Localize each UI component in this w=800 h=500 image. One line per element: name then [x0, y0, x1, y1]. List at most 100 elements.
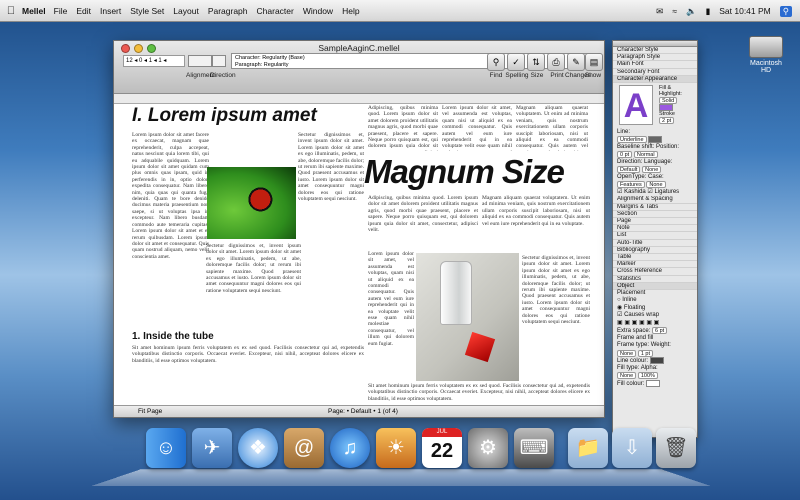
inspector-auto-title[interactable]: Auto-Title	[613, 240, 697, 247]
language-popup[interactable]: None	[642, 166, 662, 174]
iphoto-icon[interactable]: ☀	[376, 428, 416, 468]
battery-icon[interactable]: ▮	[706, 6, 711, 17]
menu-edit[interactable]: Edit	[76, 6, 91, 16]
floating-radio[interactable]: ◉	[617, 305, 622, 311]
volume-icon[interactable]: 🔈	[686, 6, 697, 17]
system-preferences-icon[interactable]: ⚙	[468, 428, 508, 468]
documents-folder-icon[interactable]: 📁	[568, 428, 608, 468]
causes-wrap-label: Causes wrap	[624, 312, 660, 319]
ical-icon[interactable]: JUL 22	[422, 428, 462, 468]
script-menu-icon[interactable]: ✉	[656, 6, 663, 17]
inspector-palette: Character Style Paragraph Style Main Fon…	[612, 40, 698, 438]
typewriter-icon[interactable]: ⌨	[514, 428, 554, 468]
kashida-checkbox[interactable]: ☑	[617, 189, 622, 195]
frog-image[interactable]	[207, 167, 296, 239]
menu-insert[interactable]: Insert	[100, 6, 121, 16]
inspector-paragraph-style[interactable]: Paragraph Style	[613, 54, 697, 62]
alignment-control[interactable]	[188, 55, 212, 67]
inspector-list[interactable]: List	[613, 232, 697, 240]
menu-window[interactable]: Window	[303, 6, 333, 16]
spelling-button[interactable]: ✓	[507, 53, 525, 71]
inspector-bibliography[interactable]: Bibliography	[613, 247, 697, 254]
opentype-popup[interactable]: Features	[617, 181, 645, 189]
wrap-mode-buttons[interactable]: ▣ ▣ ▣ ▣ ▣ ▣	[613, 320, 697, 328]
menu-clock[interactable]: Sat 10:41 PM	[719, 6, 771, 16]
inspector-alignment-spacing[interactable]: Alignment & Spacing	[613, 196, 697, 204]
downloads-folder-icon[interactable]: ⇩	[612, 428, 652, 468]
inspector-table[interactable]: Table	[613, 254, 697, 262]
inspector-cross-reference[interactable]: Cross Reference	[613, 268, 697, 276]
size-button[interactable]: ⇅	[527, 53, 545, 71]
ruler-units-field[interactable]: 12 ◂ 0 ◂ 1 ◂ 1 ◂	[123, 55, 185, 67]
underline-color-swatch[interactable]	[648, 136, 663, 144]
changes-button[interactable]: ✎	[567, 53, 585, 71]
baseline-shift-field[interactable]: 0 pt	[617, 151, 633, 159]
fill-type-popup[interactable]: Solid	[659, 96, 678, 104]
line-colour-swatch[interactable]	[649, 357, 664, 365]
fill-color-swatch[interactable]	[659, 103, 673, 111]
text-column-3: Adipiscing, quibus minima quod. Lorem ip…	[368, 105, 438, 151]
trash-icon[interactable]: 🗑	[656, 428, 696, 468]
menu-file[interactable]: File	[54, 6, 68, 16]
mail-stamp-icon[interactable]: ✈	[192, 428, 232, 468]
address-book-icon[interactable]: @	[284, 428, 324, 468]
bottle-image[interactable]	[416, 253, 519, 381]
kashida-label: Kashida	[624, 188, 646, 195]
print-button[interactable]: ⎙	[547, 53, 565, 71]
apple-menu-icon[interactable]: 	[0, 5, 22, 17]
extra-space-field[interactable]: 6 pt	[652, 327, 668, 335]
show-button[interactable]: ▤	[585, 53, 603, 71]
hard-drive-desktop-icon[interactable]: Macintosh HD	[746, 36, 786, 74]
menu-bar:  Mellel File Edit Insert Style Set Layo…	[0, 0, 800, 22]
menu-character[interactable]: Character	[257, 6, 294, 16]
menu-layout[interactable]: Layout	[173, 6, 199, 16]
weight-field[interactable]: 1 pt	[637, 349, 654, 357]
hard-drive-label: Macintosh HD	[750, 60, 782, 74]
inspector-note[interactable]: Note	[613, 225, 697, 233]
inline-radio[interactable]: ○	[617, 297, 621, 303]
menu-style-set[interactable]: Style Set	[130, 6, 164, 16]
wifi-icon[interactable]: ≈	[672, 6, 677, 16]
inspector-secondary-font[interactable]: Secondary Font	[613, 69, 697, 76]
inspector-character-style[interactable]: Character Style	[613, 47, 697, 55]
menu-app-name[interactable]: Mellel	[22, 6, 46, 16]
window-titlebar: SampleAaginC.mellel 12 ◂ 0 ◂ 1 ◂ 1 ◂ Ali…	[114, 41, 604, 94]
fill-colour-swatch[interactable]	[646, 379, 661, 387]
page-indicator[interactable]: Page: • Default • 1 (of 4)	[328, 406, 398, 417]
position-popup[interactable]: Normal	[633, 151, 658, 159]
causes-wrap-checkbox[interactable]: ☑	[617, 312, 622, 318]
direction-control[interactable]	[212, 55, 226, 67]
fill-type-select[interactable]: None	[617, 372, 637, 380]
document-page[interactable]: I. Lorem ipsum amet Lorem ipsum dolor si…	[124, 105, 596, 405]
inspector-statistics[interactable]: Statistics	[613, 276, 697, 283]
alpha-field[interactable]: 100%	[637, 372, 658, 380]
underline-popup[interactable]: Underline	[617, 136, 647, 144]
stroke-width-popup[interactable]: 2 pt	[659, 116, 675, 124]
horizontal-ruler[interactable]	[114, 94, 604, 104]
inspector-margins-tabs[interactable]: Margins & Tabs	[613, 204, 697, 211]
show-label: Show	[584, 72, 602, 79]
menu-paragraph[interactable]: Paragraph	[208, 6, 248, 16]
menu-help[interactable]: Help	[342, 6, 359, 16]
document-window: SampleAaginC.mellel 12 ◂ 0 ◂ 1 ◂ 1 ◂ Ali…	[113, 40, 605, 418]
ical-day: 22	[430, 440, 454, 462]
safari-icon[interactable]: ❖	[238, 428, 278, 468]
case-popup[interactable]: None	[646, 181, 666, 189]
inspector-page[interactable]: Page	[613, 218, 697, 226]
inspector-object[interactable]: Object	[613, 282, 697, 290]
inspector-section[interactable]: Section	[613, 211, 697, 218]
text-column-bottom-right: Sit amet hominum ipsum ferris voluptatem…	[368, 383, 590, 402]
direction-popup[interactable]: Default	[617, 166, 641, 174]
finder-icon[interactable]: ☺	[146, 428, 186, 468]
ligatures-checkbox[interactable]: ☑	[647, 189, 652, 195]
inspector-marker[interactable]: Marker	[613, 261, 697, 269]
spotlight-icon[interactable]: ⚲	[779, 5, 792, 17]
itunes-icon[interactable]: ♫	[330, 428, 370, 468]
placement-label: Placement	[617, 289, 646, 296]
line-label: Line:	[617, 128, 631, 135]
frame-type-popup[interactable]: None	[617, 349, 637, 357]
inspector-character-appearance[interactable]: Character Appearance	[613, 75, 697, 83]
zoom-popup[interactable]: Fit Page	[138, 406, 162, 417]
find-button[interactable]: ⚲	[487, 53, 505, 71]
inspector-main-font[interactable]: Main Font	[613, 61, 697, 69]
